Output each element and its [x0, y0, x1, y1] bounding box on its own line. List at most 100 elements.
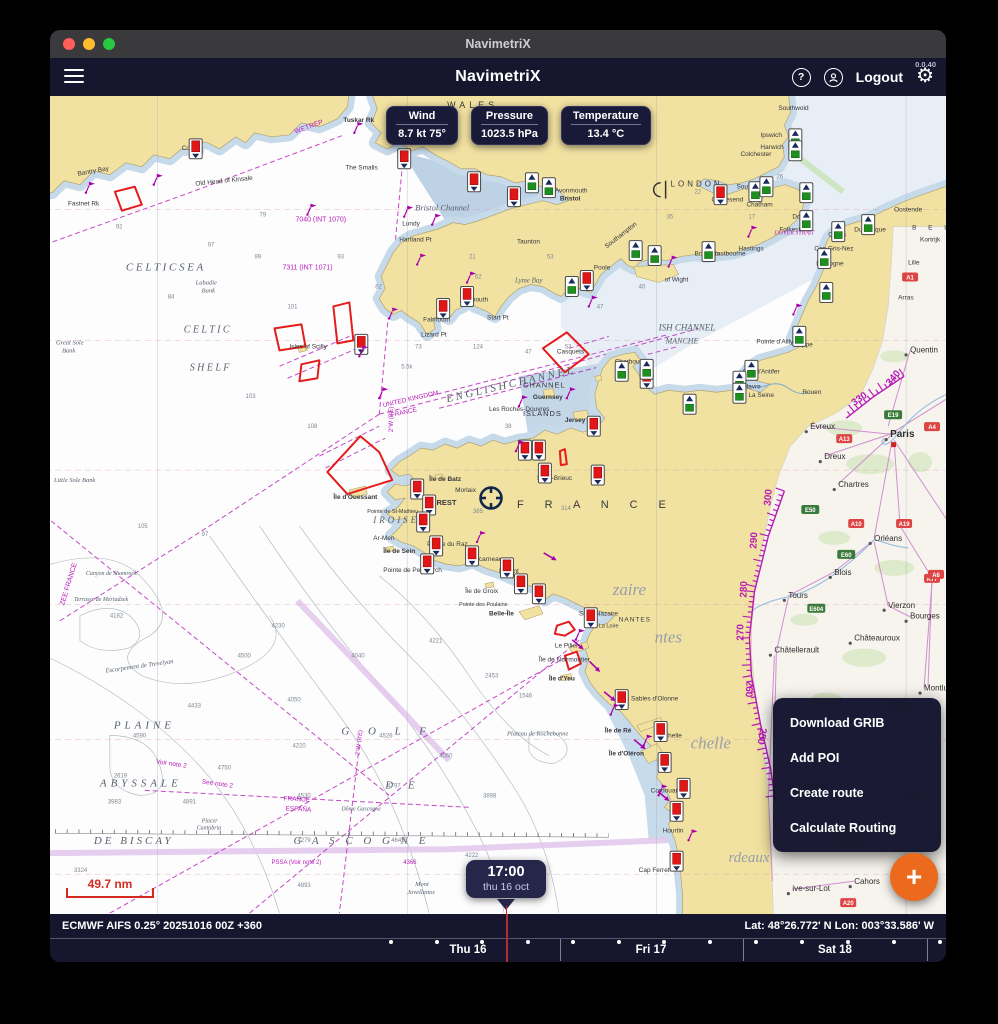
temperature-badge[interactable]: Temperature 13.4 °C [561, 106, 651, 145]
place-label: Rouen [802, 389, 821, 396]
depth-sounding: 1546 [519, 694, 533, 700]
green-buoy-icon[interactable] [683, 394, 696, 414]
red-buoy-icon[interactable] [538, 463, 551, 483]
menu-item-create-route[interactable]: Create route [773, 775, 941, 810]
red-buoy-icon[interactable] [398, 149, 411, 169]
red-buoy-icon[interactable] [500, 558, 513, 578]
timeline-cursor[interactable] [506, 914, 508, 962]
green-buoy-icon[interactable] [640, 359, 653, 379]
red-buoy-icon[interactable] [417, 512, 430, 532]
timeline-dot[interactable] [800, 940, 804, 944]
red-buoy-icon[interactable] [437, 298, 450, 318]
red-buoy-icon[interactable] [580, 271, 593, 291]
timeline-dot[interactable] [938, 940, 942, 944]
timeline-dot[interactable] [435, 940, 439, 944]
osm-city-dot [904, 620, 907, 623]
red-buoy-icon[interactable] [591, 465, 604, 485]
green-buoy-icon[interactable] [565, 277, 578, 297]
red-buoy-icon[interactable] [507, 187, 520, 207]
place-label: Ipswich [760, 132, 782, 139]
menu-item-calculate-routing[interactable]: Calculate Routing [773, 810, 941, 845]
red-buoy-icon[interactable] [411, 479, 424, 499]
green-buoy-icon[interactable] [800, 211, 813, 231]
timeline-dot[interactable] [754, 940, 758, 944]
settings-gear-icon[interactable]: ⚙ [916, 66, 934, 86]
close-window-button[interactable] [63, 38, 75, 50]
depth-sounding: 99 [255, 255, 262, 261]
maximize-window-button[interactable] [103, 38, 115, 50]
timeline-dot[interactable] [708, 940, 712, 944]
timeline-scrubber[interactable]: Thu 16Fri 17Sat 18 [50, 914, 946, 962]
green-buoy-icon[interactable] [629, 241, 642, 261]
depth-sounding: 4433 [188, 704, 202, 710]
timeline-dot[interactable] [892, 940, 896, 944]
red-buoy-icon[interactable] [189, 139, 202, 159]
person-glyph [828, 72, 839, 83]
green-buoy-icon[interactable] [615, 361, 628, 381]
red-buoy-icon[interactable] [658, 752, 671, 772]
green-buoy-icon[interactable] [648, 246, 661, 266]
red-buoy-icon[interactable] [532, 584, 545, 604]
red-buoy-icon[interactable] [615, 690, 628, 710]
green-buoy-icon[interactable] [702, 242, 715, 262]
sea-area-label: PLAINE [113, 720, 175, 732]
timeline-dot[interactable] [389, 940, 393, 944]
red-buoy-icon[interactable] [468, 172, 481, 192]
green-buoy-icon[interactable] [862, 215, 875, 235]
green-buoy-icon[interactable] [818, 249, 831, 269]
green-buoy-icon[interactable] [745, 360, 758, 380]
red-buoy-icon[interactable] [670, 851, 683, 871]
account-icon[interactable] [824, 68, 843, 87]
menu-item-add-poi[interactable]: Add POI [773, 740, 941, 775]
red-buoy-icon[interactable] [677, 778, 690, 798]
time-indicator-popup[interactable]: 17:00 thu 16 oct [466, 860, 546, 898]
red-buoy-icon[interactable] [461, 286, 474, 306]
green-buoy-icon[interactable] [832, 222, 845, 242]
green-buoy-icon[interactable] [542, 178, 555, 198]
green-buoy-icon[interactable] [820, 282, 833, 302]
depth-sounding: 4220 [292, 743, 306, 749]
depth-sounding: 73 [415, 344, 422, 350]
timeline-day-separator [743, 939, 744, 961]
red-buoy-icon[interactable] [430, 536, 443, 556]
red-buoy-icon[interactable] [421, 554, 434, 574]
place-label: Cap Ferret [639, 867, 670, 874]
add-fab-button[interactable]: + [890, 853, 938, 901]
green-buoy-icon[interactable] [733, 383, 746, 403]
menu-item-download-grib[interactable]: Download GRIB [773, 705, 941, 740]
timeline-dot[interactable] [571, 940, 575, 944]
osm-city-dot [819, 460, 822, 463]
red-buoy-icon[interactable] [587, 416, 600, 436]
place-label: Lundy [402, 221, 420, 228]
wind-badge[interactable]: Wind 8.7 kt 75° [386, 106, 458, 145]
chart-map-area[interactable]: C E L T I C S E ALabadieBankC E L T I CS… [50, 96, 946, 914]
green-buoy-icon[interactable] [800, 183, 813, 203]
place-label: Pointe d'Ailly [756, 338, 794, 345]
red-buoy-icon[interactable] [532, 440, 545, 460]
green-buoy-icon[interactable] [789, 141, 802, 161]
green-buoy-icon[interactable] [760, 177, 773, 197]
logout-button[interactable]: Logout [856, 69, 903, 85]
sea-area-label: MANCHE [665, 336, 699, 345]
red-buoy-icon[interactable] [514, 574, 527, 594]
timeline-dot[interactable] [617, 940, 621, 944]
red-buoy-icon[interactable] [584, 608, 597, 628]
green-buoy-icon[interactable] [793, 326, 806, 346]
road-shield-label: E60 [841, 553, 852, 559]
red-buoy-icon[interactable] [654, 722, 667, 742]
compass-bearing-label: 260 [743, 680, 755, 698]
minimize-window-button[interactable] [83, 38, 95, 50]
pressure-badge[interactable]: Pressure 1023.5 hPa [471, 106, 548, 145]
green-buoy-icon[interactable] [525, 173, 538, 193]
red-buoy-icon[interactable] [670, 801, 683, 821]
sea-area-label: Canyon de Shamrock [86, 571, 137, 577]
place-label: Île de Sein [382, 546, 415, 555]
red-buoy-icon[interactable] [714, 185, 727, 205]
osm-city-label: ive-sur-Lot [792, 884, 830, 893]
help-icon[interactable]: ? [792, 68, 811, 87]
timeline-dot[interactable] [526, 940, 530, 944]
menu-icon[interactable] [64, 69, 84, 87]
depth-sounding: 40 [639, 284, 646, 290]
depth-sounding: 17 [748, 215, 755, 221]
red-buoy-icon[interactable] [466, 546, 479, 566]
